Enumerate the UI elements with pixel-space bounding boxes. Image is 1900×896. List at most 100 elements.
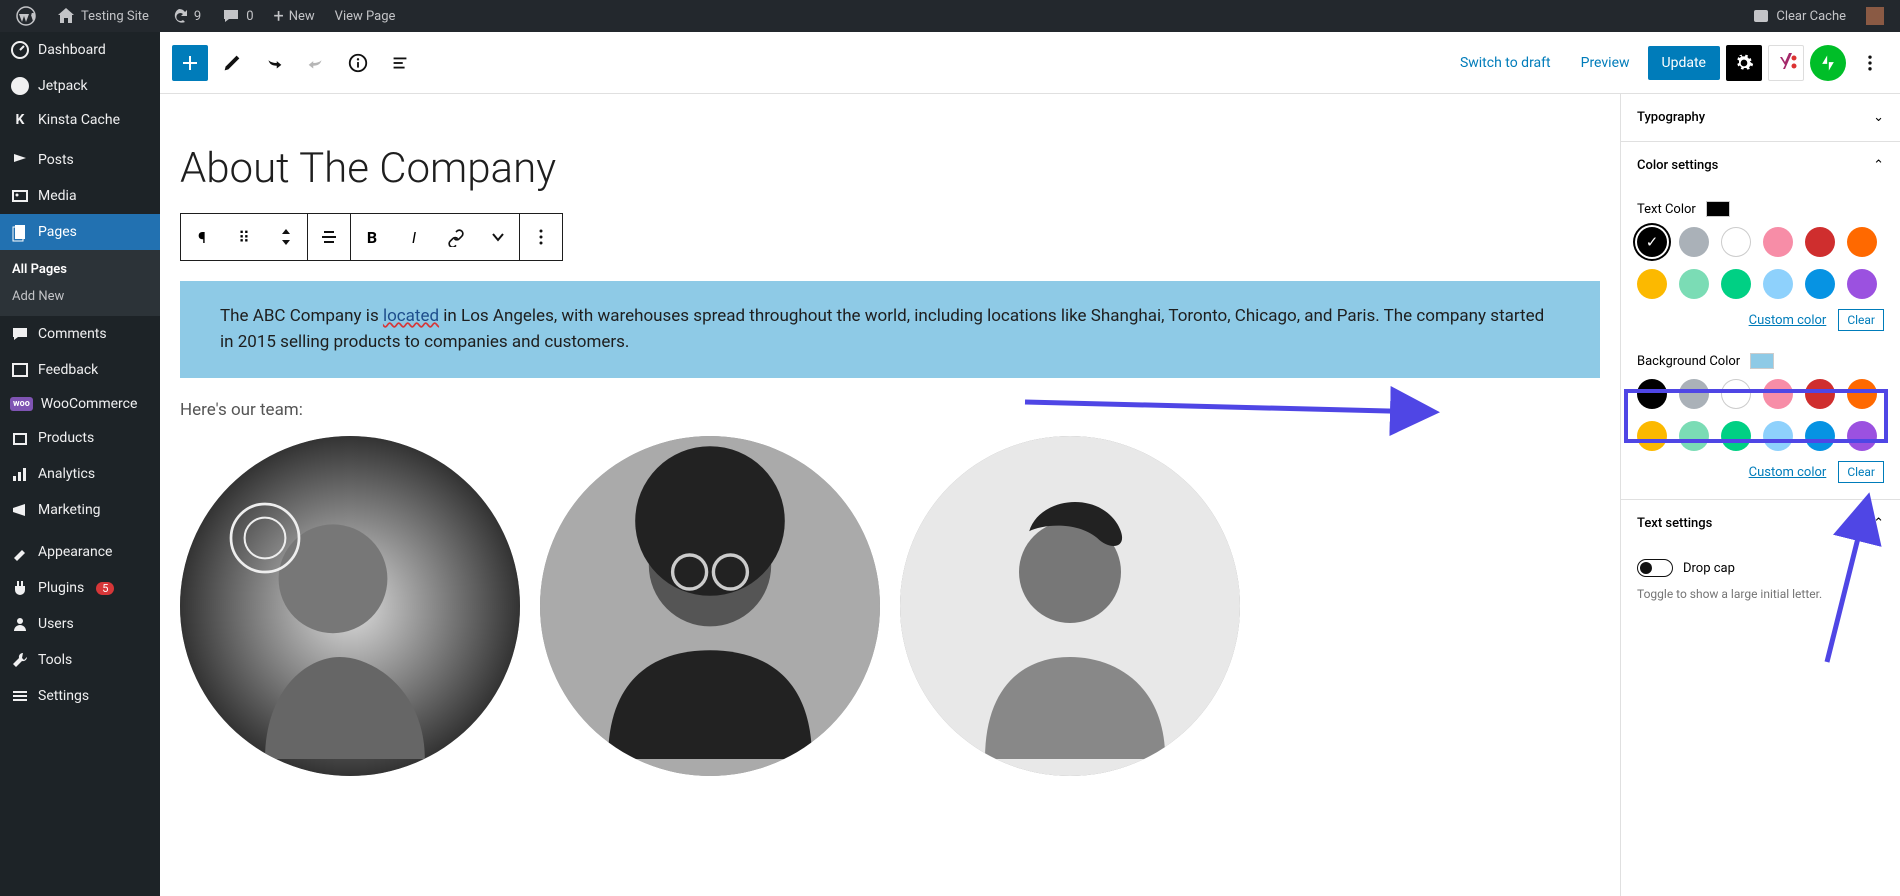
clear-cache-label: Clear Cache (1776, 9, 1846, 24)
color-swatch[interactable] (1847, 379, 1877, 409)
menu-pages[interactable]: Pages (0, 214, 160, 250)
color-swatch[interactable] (1637, 379, 1667, 409)
paragraph-block[interactable]: The ABC Company is located in Los Angele… (180, 281, 1600, 378)
chevron-up-icon: ⌃ (1873, 516, 1884, 531)
paragraph-link[interactable]: located (383, 306, 439, 326)
view-page[interactable]: View Page (327, 0, 404, 32)
chevron-down-icon: ⌄ (1873, 110, 1884, 125)
color-swatch[interactable] (1847, 421, 1877, 451)
color-swatch[interactable] (1679, 269, 1709, 299)
color-settings-header[interactable]: Color settings ⌃ (1621, 142, 1900, 189)
menu-products[interactable]: Products (0, 420, 160, 456)
color-swatch[interactable] (1637, 421, 1667, 451)
color-swatch[interactable] (1847, 269, 1877, 299)
comments-count: 0 (246, 9, 253, 24)
submenu-pages: All Pages Add New (0, 250, 160, 316)
link-button[interactable] (435, 214, 477, 260)
menu-marketing[interactable]: Marketing (0, 492, 160, 528)
color-swatch[interactable] (1763, 227, 1793, 257)
redo-button[interactable] (298, 45, 334, 81)
page-title[interactable]: About The Company (180, 144, 1600, 193)
menu-posts[interactable]: Posts (0, 142, 160, 178)
undo-button[interactable] (256, 45, 292, 81)
move-arrows-icon[interactable] (265, 214, 307, 260)
color-swatch[interactable] (1679, 379, 1709, 409)
submenu-add-new[interactable]: Add New (0, 283, 160, 310)
color-swatch[interactable] (1763, 379, 1793, 409)
color-swatch[interactable] (1721, 421, 1751, 451)
color-swatch[interactable] (1637, 269, 1667, 299)
bg-clear-button[interactable]: Clear (1838, 461, 1884, 483)
color-swatch[interactable] (1805, 421, 1835, 451)
menu-plugins[interactable]: Plugins5 (0, 570, 160, 606)
team-avatar-3 (900, 436, 1240, 776)
menu-users[interactable]: Users (0, 606, 160, 642)
color-swatch[interactable] (1679, 421, 1709, 451)
switch-to-draft[interactable]: Switch to draft (1448, 47, 1563, 79)
menu-analytics[interactable]: Analytics (0, 456, 160, 492)
color-swatch[interactable] (1721, 269, 1751, 299)
italic-button[interactable]: I (393, 214, 435, 260)
user-avatar[interactable] (1858, 0, 1892, 32)
bg-custom-color-link[interactable]: Custom color (1749, 465, 1827, 480)
submenu-all-pages[interactable]: All Pages (0, 256, 160, 283)
menu-dashboard[interactable]: Dashboard (0, 32, 160, 68)
update-button[interactable]: Update (1648, 46, 1720, 80)
preview-button[interactable]: Preview (1569, 47, 1642, 79)
menu-appearance[interactable]: Appearance (0, 534, 160, 570)
add-block-button[interactable] (172, 45, 208, 81)
bg-color-preview (1750, 353, 1774, 369)
text-custom-color-link[interactable]: Custom color (1749, 313, 1827, 328)
jetpack-button[interactable] (1810, 45, 1846, 81)
menu-kinsta[interactable]: KKinsta Cache (0, 104, 160, 136)
align-button[interactable] (308, 214, 350, 260)
menu-tools[interactable]: Tools (0, 642, 160, 678)
drop-cap-toggle[interactable] (1637, 559, 1673, 577)
info-button[interactable] (340, 45, 376, 81)
menu-settings[interactable]: Settings (0, 678, 160, 714)
color-swatch[interactable] (1763, 421, 1793, 451)
text-settings-header[interactable]: Text settings ⌃ (1621, 500, 1900, 547)
color-swatch[interactable] (1763, 269, 1793, 299)
color-swatch[interactable] (1805, 227, 1835, 257)
comments-bubble[interactable]: 0 (213, 0, 261, 32)
team-gallery (180, 436, 1600, 776)
block-more-button[interactable] (520, 214, 562, 260)
color-swatch[interactable] (1679, 227, 1709, 257)
text-clear-button[interactable]: Clear (1838, 309, 1884, 331)
text-color-swatches (1637, 227, 1884, 299)
color-swatch[interactable] (1637, 227, 1667, 257)
outline-button[interactable] (382, 45, 418, 81)
admin-sidebar: Dashboard Jetpack KKinsta Cache Posts Me… (0, 32, 160, 896)
text-color-preview (1706, 201, 1730, 217)
more-options-button[interactable] (1852, 45, 1888, 81)
more-format-button[interactable] (477, 214, 519, 260)
drop-cap-label: Drop cap (1683, 561, 1735, 576)
yoast-button[interactable] (1768, 45, 1804, 81)
drag-handle-icon[interactable]: ⠿ (223, 214, 265, 260)
menu-jetpack[interactable]: Jetpack (0, 68, 160, 104)
color-swatch[interactable] (1805, 379, 1835, 409)
block-toolbar: ¶ ⠿ B I (180, 213, 563, 261)
team-label[interactable]: Here's our team: (180, 400, 1600, 420)
color-swatch[interactable] (1847, 227, 1877, 257)
settings-gear-button[interactable] (1726, 45, 1762, 81)
menu-woocommerce[interactable]: wooWooCommerce (0, 388, 160, 420)
new-content[interactable]: +New (266, 0, 323, 32)
bold-button[interactable]: B (351, 214, 393, 260)
updates[interactable]: 9 (161, 0, 209, 32)
editor-header: Switch to draft Preview Update (160, 32, 1900, 94)
clear-cache[interactable]: Clear Cache (1743, 0, 1854, 32)
typography-panel-header[interactable]: Typography ⌄ (1621, 94, 1900, 142)
menu-feedback[interactable]: Feedback (0, 352, 160, 388)
color-swatch[interactable] (1805, 269, 1835, 299)
site-home[interactable]: Testing Site (48, 0, 157, 32)
color-swatch[interactable] (1721, 227, 1751, 257)
menu-comments[interactable]: Comments (0, 316, 160, 352)
edit-mode-button[interactable] (214, 45, 250, 81)
menu-media[interactable]: Media (0, 178, 160, 214)
color-swatch[interactable] (1721, 379, 1751, 409)
block-type-icon[interactable]: ¶ (181, 214, 223, 260)
plugins-badge: 5 (96, 582, 114, 595)
wp-logo[interactable] (8, 0, 44, 32)
